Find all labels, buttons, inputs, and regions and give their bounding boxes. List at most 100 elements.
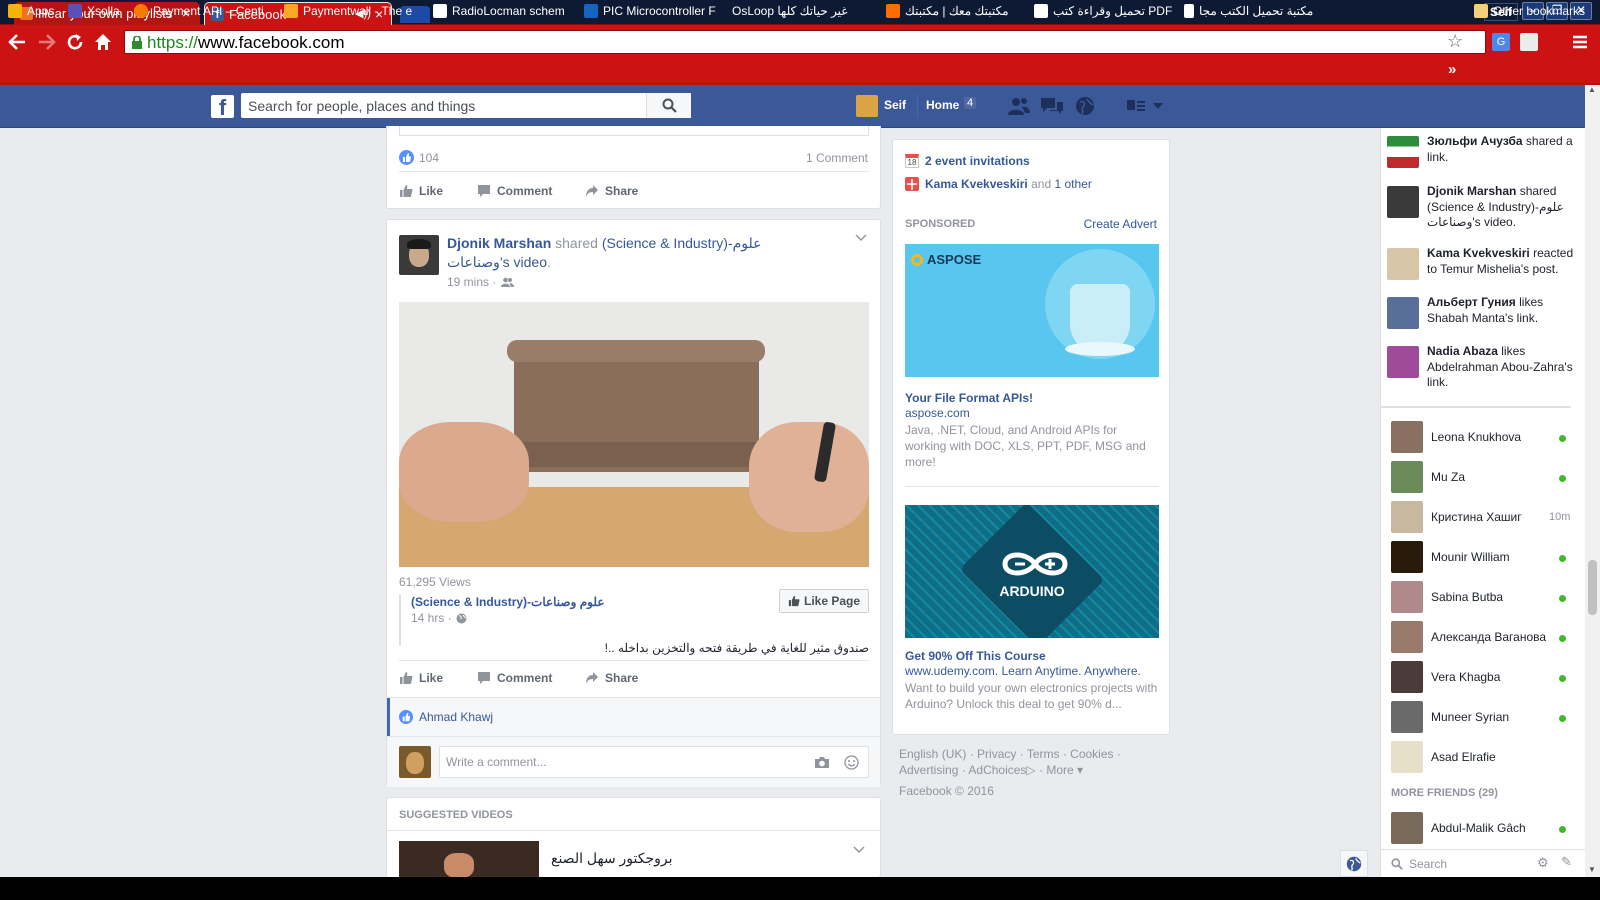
extension-icon[interactable] [1520, 33, 1538, 51]
ticker-item[interactable]: Djonik Marshan shared (Science & Industr… [1387, 184, 1577, 233]
share-button[interactable]: Share [585, 184, 638, 198]
ad-domain-arduino[interactable]: www.udemy.com. Learn Anytime. Anywhere. [905, 664, 1141, 678]
footer-link-terms[interactable]: Terms [1027, 747, 1060, 761]
footer-link-cookies[interactable]: Cookies [1070, 747, 1113, 761]
home-link[interactable]: Home [926, 98, 959, 112]
suggested-options-chevron-icon[interactable] [853, 846, 865, 854]
emoji-icon[interactable] [844, 755, 859, 770]
arduino-ad-image[interactable]: ARDUINO [905, 505, 1159, 638]
birthday-others-link[interactable]: 1 other [1054, 177, 1091, 191]
event-invitations-link[interactable]: 2 event invitations [925, 154, 1030, 168]
video-link[interactable]: video [514, 254, 547, 270]
chat-friend[interactable]: Abdul-Malik Gâch [1391, 809, 1581, 847]
other-bookmarks[interactable]: Other bookmarks [1474, 4, 1598, 18]
video-player[interactable] [399, 302, 869, 567]
footer-link-privacy[interactable]: Privacy [977, 747, 1016, 761]
ticker-item[interactable]: Nadia Abaza likes Abdelrahman Abou-Zahra… [1387, 344, 1577, 393]
chat-friend[interactable]: Кристина Хашиг 10m [1391, 498, 1581, 536]
chat-friend[interactable]: Александа Ваганова [1391, 618, 1581, 656]
friends-audience-icon[interactable] [501, 277, 515, 288]
comment-input[interactable]: Write a comment... [439, 746, 869, 778]
ticker-divider[interactable] [1381, 406, 1571, 408]
footer-link-advertising[interactable]: Advertising [899, 763, 958, 777]
forward-icon[interactable] [38, 34, 56, 50]
bookmarks-overflow[interactable]: » [1448, 61, 1456, 78]
post-timestamp[interactable]: 19 mins · [447, 275, 496, 289]
ad-title-aspose[interactable]: Your File Format APIs! [905, 391, 1033, 405]
suggested-video-title[interactable]: بروجكتور سهل الصنع [551, 850, 673, 867]
like-count[interactable]: 104 [419, 151, 439, 165]
public-globe-icon[interactable] [456, 613, 467, 624]
ticker-item[interactable]: Зюльфи Ачузба shared a link. [1387, 134, 1577, 183]
chat-friend[interactable]: Leona Knukhova [1391, 418, 1581, 456]
bookmark-xsolla[interactable]: Xsolla [68, 4, 128, 18]
fb-search-button[interactable] [646, 93, 691, 118]
like-button[interactable]: Like [399, 184, 443, 198]
aspose-ad-image[interactable]: ASPOSE [905, 244, 1159, 377]
bookmark-pdf-books[interactable]: تحميل وقراءة كتب PDF [1034, 4, 1178, 18]
chat-friend[interactable]: Mu Za [1391, 458, 1581, 496]
commenter-avatar[interactable] [399, 746, 431, 778]
author-avatar[interactable] [399, 235, 439, 275]
facebook-logo[interactable]: f [211, 95, 234, 118]
birthday-person-link[interactable]: Kama Kvekveskiri [925, 177, 1028, 191]
notifications-globe-icon[interactable] [1075, 96, 1095, 116]
bookmark-payment-api[interactable]: Payment API – Centi [134, 4, 270, 18]
chat-friend[interactable]: Vera Khagba [1391, 658, 1581, 696]
chat-toggle-button[interactable] [1340, 850, 1368, 877]
new-message-icon[interactable]: ✎ [1561, 854, 1572, 870]
comment-count[interactable]: 1 Comment [806, 151, 868, 165]
footer-link-more[interactable]: More [1046, 763, 1073, 777]
like-page-button[interactable]: Like Page [779, 589, 869, 613]
chat-friend[interactable]: Sabina Butba [1391, 578, 1581, 616]
chat-friend[interactable]: Mounir William [1391, 538, 1581, 576]
translate-icon[interactable]: G [1492, 33, 1510, 51]
bookmark-books-library[interactable]: مكتبة تحميل الكتب مجا [1184, 4, 1330, 18]
home-icon[interactable] [94, 33, 112, 51]
liker-link[interactable]: Ahmad Khawj [419, 710, 493, 724]
scrollbar-thumb[interactable] [1588, 560, 1597, 615]
back-icon[interactable] [8, 34, 26, 50]
chat-settings-gear-icon[interactable]: ⚙ [1537, 855, 1549, 871]
reload-icon[interactable] [66, 33, 84, 51]
chat-friend[interactable]: Muneer Syrian [1391, 698, 1581, 736]
comment-button[interactable]: Comment [477, 184, 552, 198]
ticker-item[interactable]: Kama Kvekveskiri reacted to Temur Mishel… [1387, 246, 1577, 295]
like-button[interactable]: Like [399, 671, 443, 685]
scroll-up-icon[interactable]: ▲ [1588, 85, 1596, 94]
ad-title-arduino[interactable]: Get 90% Off This Course [905, 649, 1046, 663]
privacy-shortcuts-icon[interactable] [1126, 97, 1146, 115]
footer-link-language[interactable]: English (UK) [899, 747, 966, 761]
chat-search-input[interactable]: Search [1409, 857, 1447, 871]
previous-post-attachment[interactable] [399, 126, 869, 136]
bookmark-maktabatak[interactable]: مكتبتك معك | مكتبتك [886, 4, 1026, 18]
shared-page-name[interactable]: (Science & Industry)-علوم وصناعات [411, 595, 605, 609]
bookmark-pic-microcontroller[interactable]: PIC Microcontroller F [584, 4, 718, 18]
fb-search-box[interactable]: Search for people, places and things [241, 93, 691, 118]
ad-domain-aspose[interactable]: aspose.com [905, 406, 970, 420]
bookmark-apps[interactable]: Apps [8, 4, 58, 18]
author-link[interactable]: Djonik Marshan [447, 235, 551, 251]
star-icon[interactable]: ☆ [1447, 31, 1463, 52]
address-bar[interactable]: https://www.facebook.com ☆ [124, 30, 1486, 54]
camera-icon[interactable] [814, 756, 830, 769]
menu-icon[interactable] [1572, 35, 1588, 49]
user-name-link[interactable]: Seif [884, 98, 906, 112]
bookmark-paymentwall[interactable]: Paymentwall - The e [284, 4, 420, 18]
chat-friend[interactable]: Asad Elrafie [1391, 738, 1581, 776]
scroll-down-icon[interactable]: ▼ [1588, 865, 1596, 874]
messages-icon[interactable] [1040, 96, 1064, 116]
footer-link-adchoices[interactable]: AdChoices [968, 763, 1026, 777]
suggested-video-thumbnail[interactable] [399, 841, 539, 878]
comment-button[interactable]: Comment [477, 671, 552, 685]
create-advert-link[interactable]: Create Advert [1084, 217, 1157, 231]
page-scrollbar[interactable]: ▲ ▼ [1585, 85, 1600, 877]
bookmark-osloop[interactable]: OsLoop غير حياتك كلها [732, 4, 872, 18]
share-button[interactable]: Share [585, 671, 638, 685]
user-avatar[interactable] [856, 95, 878, 117]
post-options-chevron-icon[interactable] [855, 234, 867, 242]
fb-search-input[interactable]: Search for people, places and things [248, 98, 638, 114]
chevron-down-icon[interactable] [1152, 102, 1164, 110]
friend-requests-icon[interactable] [1007, 96, 1031, 116]
shared-post-time[interactable]: 14 hrs · [411, 611, 452, 625]
